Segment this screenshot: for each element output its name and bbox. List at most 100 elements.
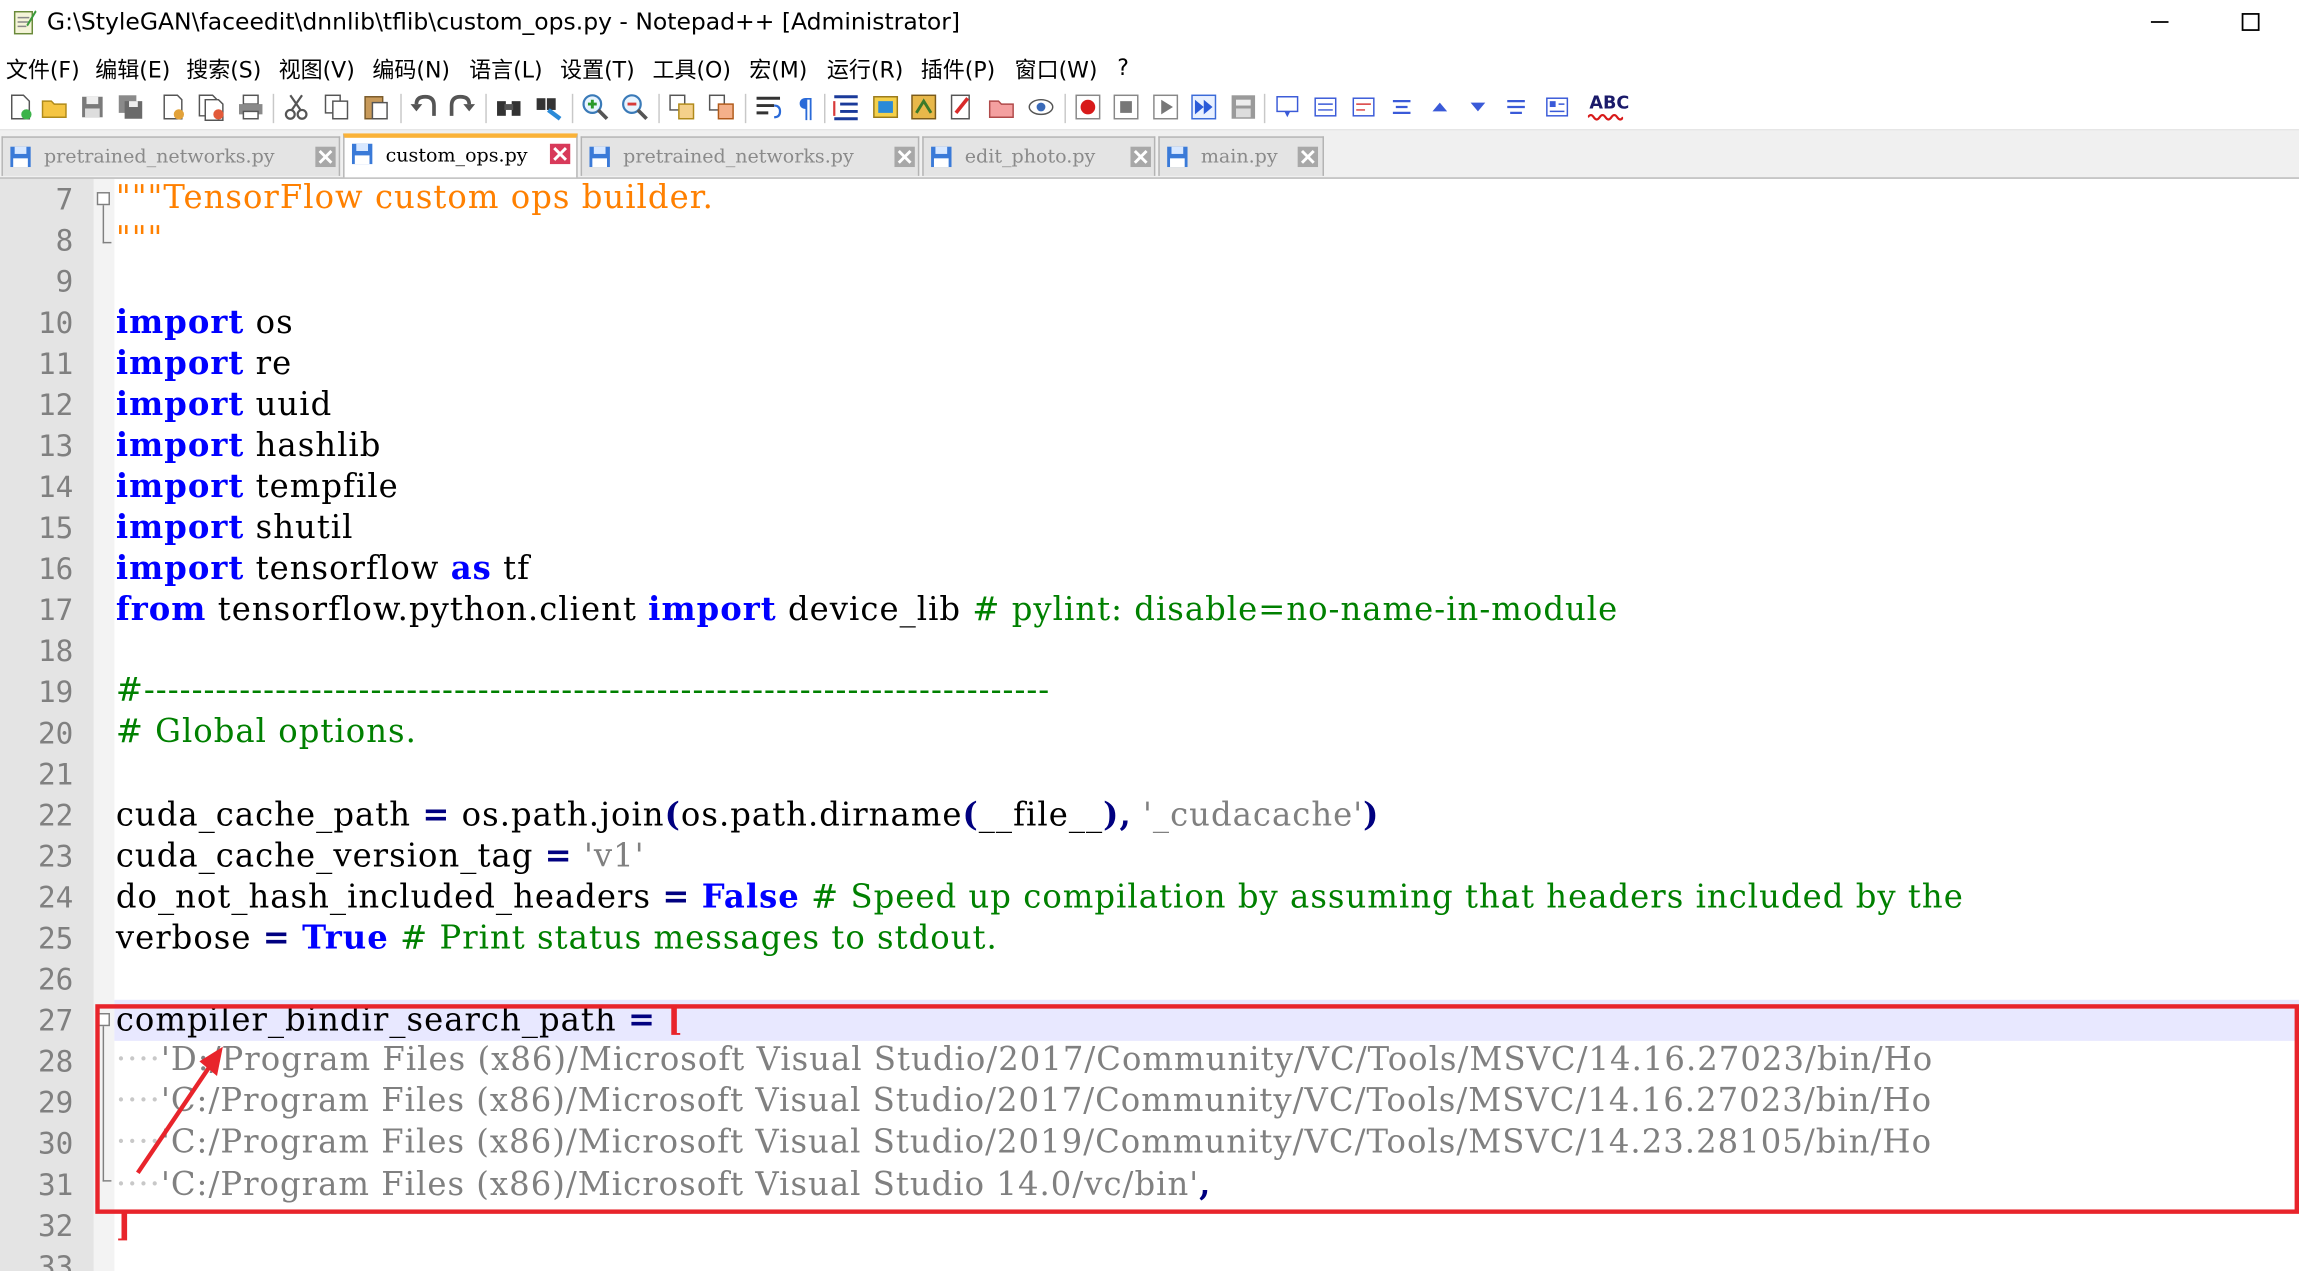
macro-play-icon[interactable] [1151, 92, 1180, 121]
tab-close-icon[interactable] [315, 146, 336, 168]
open-file-icon[interactable] [40, 92, 69, 121]
sync-horizontal-icon[interactable] [707, 92, 736, 121]
tab-main[interactable]: main.py [1158, 136, 1324, 176]
cut-icon[interactable] [282, 92, 311, 121]
menu-help[interactable]: ? [1117, 54, 1129, 80]
menu-view[interactable]: 视图(V) [279, 54, 355, 85]
line-number: 11 [37, 345, 74, 382]
menu-language[interactable]: 语言(L) [469, 54, 542, 85]
code-line-10: import os [116, 302, 294, 343]
menu-run[interactable]: 运行(R) [827, 54, 903, 85]
notepadpp-app-icon [13, 10, 37, 35]
paste-icon[interactable] [361, 92, 390, 121]
close-all-icon[interactable] [196, 92, 225, 121]
identifier: __file__ [978, 797, 1104, 835]
docstring: """ [115, 221, 164, 259]
save-all-icon[interactable] [116, 92, 145, 121]
tab-pretrained-networks-2[interactable]: pretrained_networks.py [580, 136, 920, 176]
keyword: import [115, 385, 245, 424]
find-icon[interactable] [494, 92, 523, 121]
arrow-down-icon[interactable] [1463, 92, 1492, 121]
menu-encoding[interactable]: 编码(N) [372, 54, 450, 85]
toolbar-separator [485, 93, 487, 124]
print-icon[interactable] [236, 92, 265, 121]
code-line-16: import tensorflow as tf [116, 548, 530, 589]
identifier: do_not_hash_included_headers [115, 879, 663, 917]
line-number: 12 [37, 387, 74, 423]
macro-record-icon[interactable] [1073, 92, 1102, 121]
close-file-icon[interactable] [158, 92, 187, 121]
spellcheck-label: ABC [1589, 92, 1630, 113]
tab-close-icon[interactable] [1297, 146, 1319, 168]
line-number: 32 [37, 1207, 74, 1244]
fold-toggle[interactable] [96, 192, 110, 206]
keyword: import [115, 303, 245, 342]
menu-edit[interactable]: 编辑(E) [95, 54, 170, 85]
new-file-icon[interactable] [6, 92, 35, 121]
identifier [573, 839, 584, 876]
identifier [800, 880, 811, 917]
tab-close-icon[interactable] [1130, 146, 1151, 168]
menu-plugins[interactable]: 插件(P) [921, 54, 995, 85]
menu-search[interactable]: 搜索(S) [186, 54, 261, 85]
function-list-icon[interactable] [947, 92, 976, 121]
line-number: 26 [37, 961, 74, 997]
folder-workspace-icon[interactable] [987, 92, 1016, 121]
keyword: False [701, 878, 800, 917]
macro-save-icon[interactable] [1229, 92, 1258, 121]
line-number: 10 [37, 304, 74, 341]
plugin-icon-5[interactable] [1501, 92, 1530, 121]
undo-icon[interactable] [409, 92, 438, 121]
monitoring-eye-icon[interactable] [1026, 92, 1055, 121]
identifier: os.path.dirname [680, 797, 963, 835]
minimize-button[interactable] [2126, 0, 2193, 44]
identifier [389, 921, 400, 958]
plugin-icon-1[interactable] [1273, 92, 1302, 121]
tab-label: edit_photo.py [964, 146, 1096, 169]
plugin-icon-6[interactable] [1542, 92, 1571, 121]
keyword: import [115, 344, 245, 383]
keyword: import [648, 590, 777, 629]
tab-pretrained-networks-1[interactable]: pretrained_networks.py [1, 136, 341, 176]
tab-custom-ops[interactable]: custom_ops.py [343, 133, 578, 178]
redo-icon[interactable] [447, 92, 476, 121]
operator: = [422, 796, 451, 835]
code-line-11: import re [116, 343, 292, 384]
copy-icon[interactable] [323, 92, 352, 121]
show-all-chars-icon[interactable]: ¶ [792, 92, 821, 121]
save-icon[interactable] [78, 92, 107, 121]
keyword: import [115, 467, 245, 506]
tab-close-icon[interactable] [894, 146, 915, 168]
line-number: 31 [37, 1166, 74, 1203]
menu-settings[interactable]: 设置(T) [560, 54, 635, 85]
plugin-icon-4[interactable] [1387, 92, 1416, 121]
arrow-up-icon[interactable] [1425, 92, 1454, 121]
plugin-icon-3[interactable] [1349, 92, 1378, 121]
comment: #---------------------------------------… [115, 672, 1051, 710]
tab-label: pretrained_networks.py [623, 146, 854, 169]
menu-tools[interactable]: 工具(O) [652, 54, 730, 85]
replace-icon[interactable] [534, 92, 563, 121]
menu-window[interactable]: 窗口(W) [1015, 54, 1098, 85]
doc-map-icon[interactable] [909, 92, 938, 121]
sync-vertical-icon[interactable] [667, 92, 696, 121]
identifier: tensorflow [244, 551, 451, 588]
macro-run-multiple-icon[interactable] [1189, 92, 1218, 121]
indent-guide-icon[interactable] [831, 92, 860, 121]
string-literal: '_cudacache' [1143, 797, 1364, 835]
menu-macro[interactable]: 宏(M) [749, 54, 807, 85]
macro-stop-icon[interactable] [1111, 92, 1140, 121]
annotation-arrow-icon [136, 1046, 223, 1175]
word-wrap-icon[interactable] [754, 92, 783, 121]
code-editor[interactable]: 7 8 9 10 11 12 13 14 15 16 17 18 19 20 2… [0, 178, 2299, 1271]
menu-file[interactable]: 文件(F) [6, 54, 80, 85]
maximize-button[interactable] [2217, 0, 2284, 44]
zoom-out-icon[interactable] [620, 92, 649, 121]
user-lang-icon[interactable] [871, 92, 900, 121]
tab-edit-photo[interactable]: edit_photo.py [922, 136, 1156, 176]
plugin-icon-2[interactable] [1311, 92, 1340, 121]
line-number: 14 [37, 469, 74, 505]
tab-close-icon[interactable] [549, 143, 571, 165]
spellcheck-button[interactable]: ABC [1586, 92, 1629, 124]
zoom-in-icon[interactable] [581, 92, 610, 121]
